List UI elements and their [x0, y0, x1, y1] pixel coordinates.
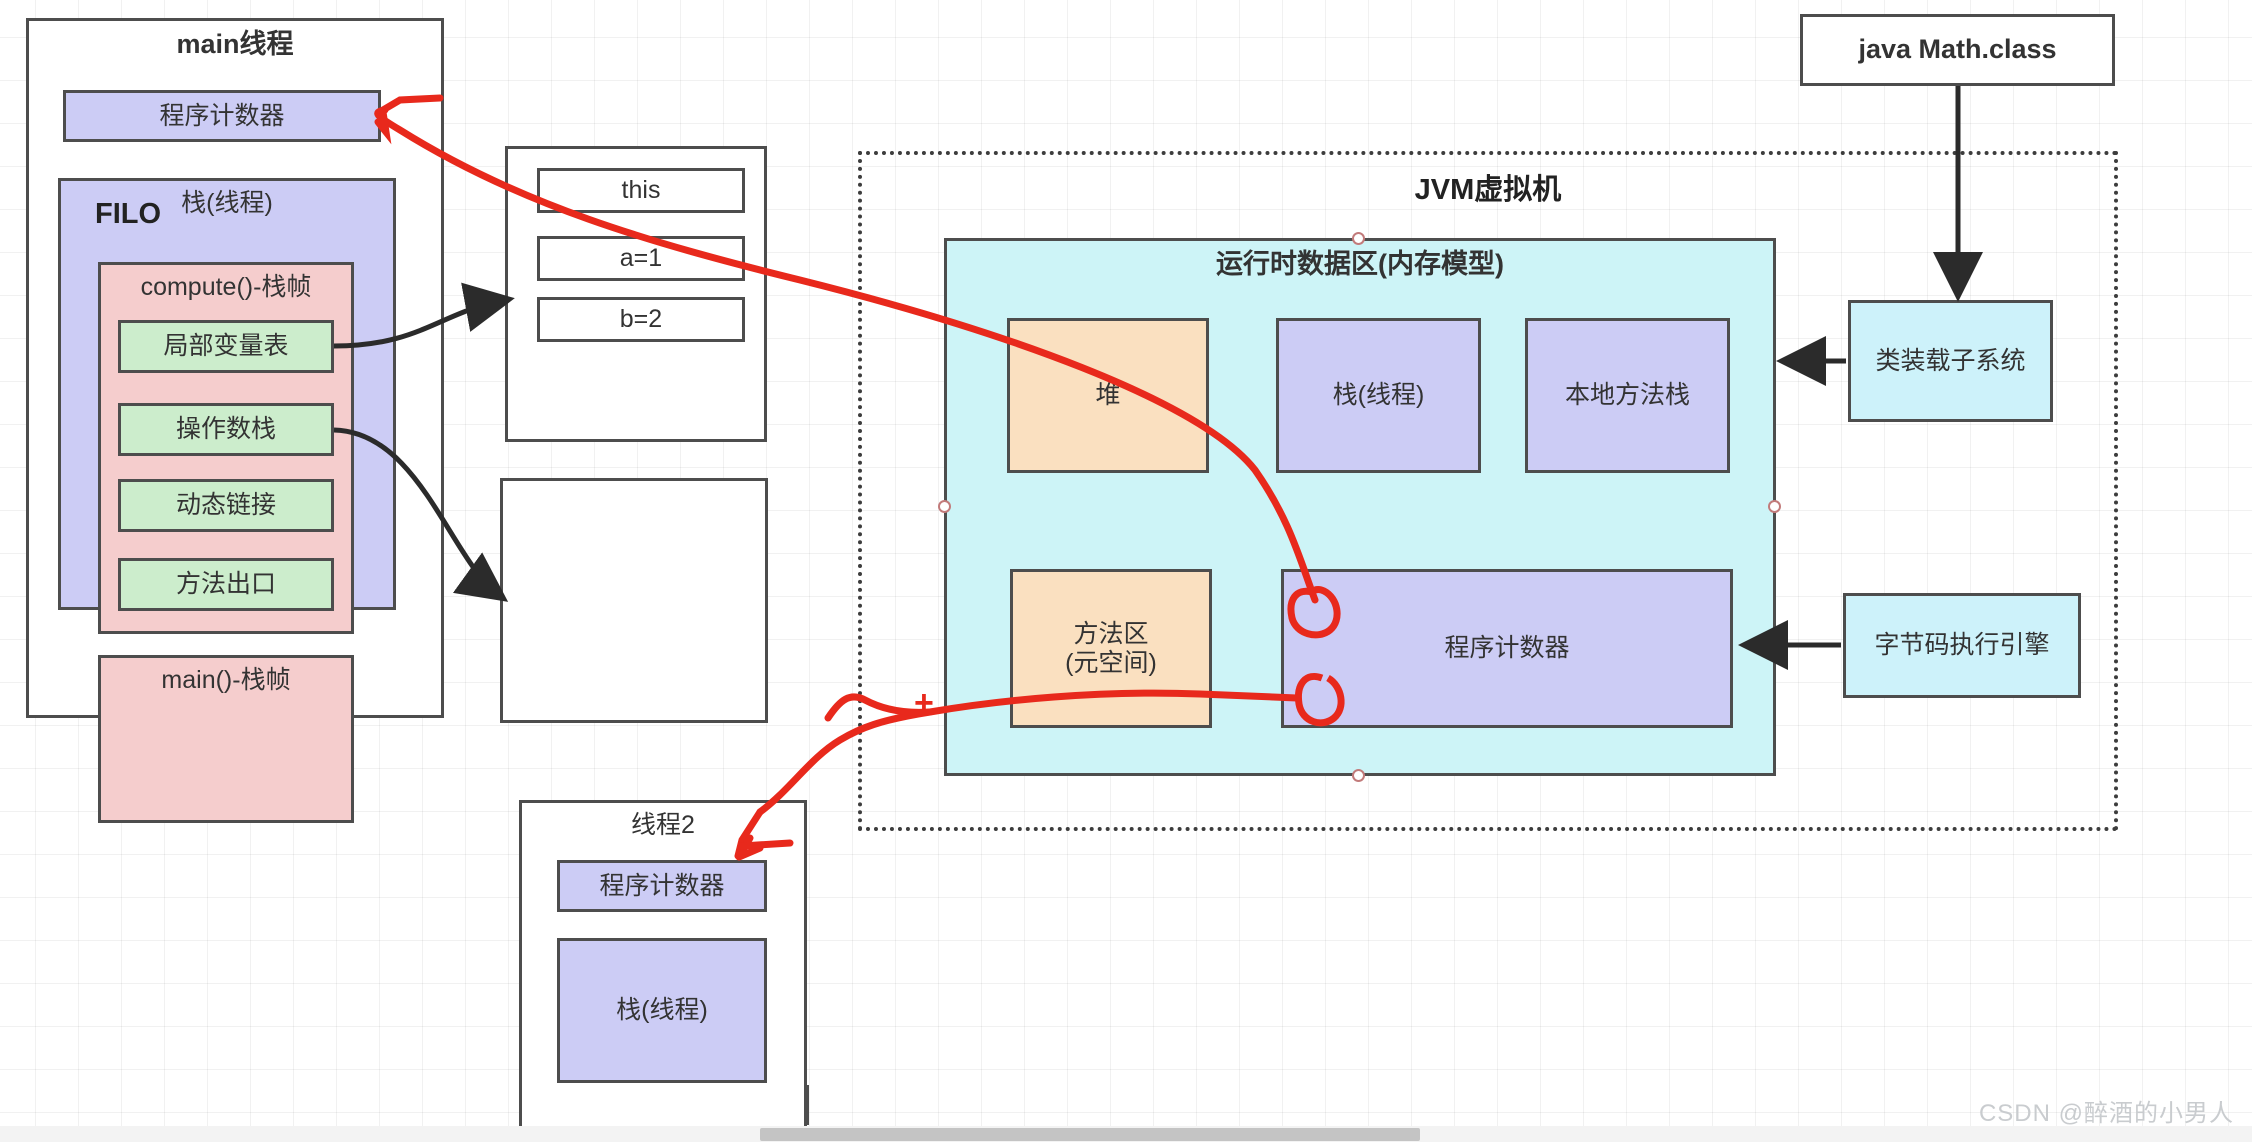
main-frame-title: main()-栈帧 — [161, 666, 291, 694]
stack-title: 栈(线程) — [181, 189, 273, 217]
watermark: CSDN @醉酒的小男人 — [1978, 1100, 2234, 1127]
runtime-region-program-counter: 程序计数器 — [1281, 569, 1733, 728]
diagram-canvas: main线程 程序计数器 栈(线程) FILO compute()-栈帧 局部变… — [0, 0, 2252, 1142]
runtime-region-method-area: 方法区 (元空间) — [1010, 569, 1212, 728]
operand-stack-panel — [500, 478, 768, 723]
frame-slot-local-variable-table: 局部变量表 — [118, 320, 334, 373]
local-var-entry-b: b=2 — [537, 297, 745, 342]
runtime-handle-left[interactable] — [938, 500, 951, 513]
runtime-region-stack: 栈(线程) — [1276, 318, 1481, 473]
thread2-stack: 栈(线程) — [557, 938, 767, 1083]
local-var-entry-a: a=1 — [537, 236, 745, 281]
thread2-title: 线程2 — [631, 811, 695, 839]
horizontal-scrollbar-track[interactable] — [0, 1126, 2252, 1142]
runtime-region-heap: 堆 — [1007, 318, 1209, 473]
page-edge-marker — [806, 1085, 809, 1125]
horizontal-scrollbar-thumb[interactable] — [760, 1128, 1420, 1141]
main-stack-frame: main()-栈帧 — [98, 655, 354, 823]
execution-engine-box: 字节码执行引擎 — [1843, 593, 2081, 698]
local-var-entry-this: this — [537, 168, 745, 213]
runtime-handle-right[interactable] — [1768, 500, 1781, 513]
compute-frame-title: compute()-栈帧 — [140, 273, 312, 301]
main-thread-title: main线程 — [176, 29, 294, 59]
frame-slot-method-exit: 方法出口 — [118, 558, 334, 611]
class-loader-box: 类装载子系统 — [1848, 300, 2053, 422]
runtime-data-area-title: 运行时数据区(内存模型) — [1216, 249, 1504, 279]
runtime-handle-bottom[interactable] — [1352, 769, 1365, 782]
plus-annotation: + — [914, 684, 934, 722]
frame-slot-operand-stack: 操作数栈 — [118, 403, 334, 456]
thread2-program-counter: 程序计数器 — [557, 860, 767, 912]
frame-slot-dynamic-link: 动态链接 — [118, 479, 334, 532]
filo-label: FILO — [95, 198, 162, 230]
main-thread-program-counter: 程序计数器 — [63, 90, 381, 142]
runtime-handle-top[interactable] — [1352, 232, 1365, 245]
runtime-region-native-method-stack: 本地方法栈 — [1525, 318, 1730, 473]
class-file-box: java Math.class — [1800, 14, 2115, 86]
jvm-title: JVM虚拟机 — [1414, 174, 1562, 206]
